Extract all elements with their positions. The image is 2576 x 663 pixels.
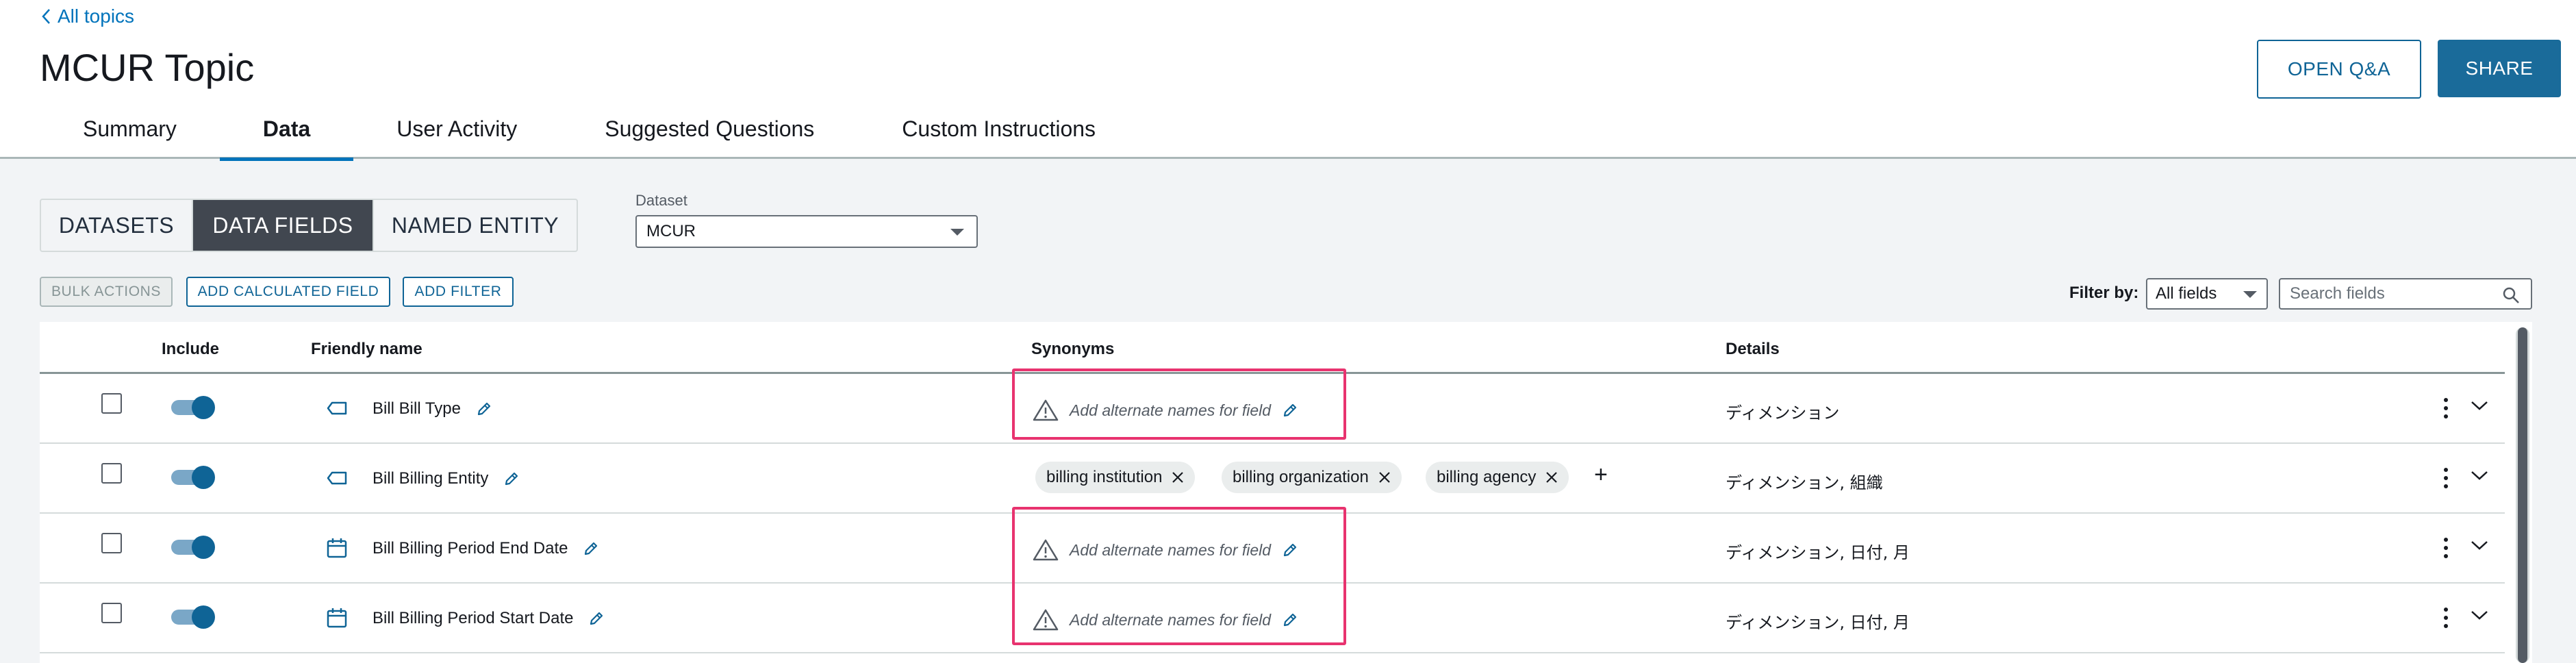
- chevron-down-icon[interactable]: [2469, 468, 2490, 482]
- field-name-label: Bill Billing Period Start Date: [372, 609, 574, 627]
- tab-suggested-questions[interactable]: Suggested Questions: [605, 110, 814, 159]
- field-name: Bill Bill Type: [372, 399, 492, 418]
- pencil-icon[interactable]: [476, 401, 492, 417]
- search-icon: [2503, 287, 2519, 303]
- tab-data[interactable]: Data: [219, 110, 354, 161]
- dataset-select-value: MCUR: [646, 222, 696, 240]
- include-toggle[interactable]: [171, 605, 215, 629]
- more-options-icon[interactable]: [2443, 396, 2449, 421]
- scrollbar-thumb[interactable]: [2518, 327, 2527, 663]
- synonyms-placeholder: Add alternate names for field: [1070, 610, 1272, 629]
- calendar-icon: [327, 608, 347, 628]
- dataset-label: Dataset: [635, 192, 687, 209]
- field-name: Bill Billing Period Start Date: [372, 609, 605, 628]
- field-name: Bill Billing Period End Date: [372, 539, 599, 558]
- row-checkbox[interactable]: [101, 393, 122, 414]
- filter-by-label: Filter by:: [2069, 284, 2139, 302]
- field-details: ディメンション, 日付, 月: [1726, 613, 1910, 632]
- table-row: Bill Bill Type Add alternate names for f…: [40, 368, 2505, 444]
- more-options-icon[interactable]: [2443, 536, 2449, 560]
- dimension-tag-icon: [327, 401, 347, 415]
- pencil-icon[interactable]: [583, 540, 599, 557]
- chevron-down-icon[interactable]: [2469, 608, 2490, 622]
- pencil-icon[interactable]: [588, 610, 605, 627]
- table-scrollbar[interactable]: [2516, 327, 2529, 663]
- segment-datasets[interactable]: DATASETS: [41, 200, 193, 251]
- field-name: Bill Billing Entity: [372, 469, 520, 488]
- segment-named-entity[interactable]: NAMED ENTITY: [374, 200, 577, 251]
- warning-icon: [1033, 609, 1059, 631]
- synonym-chip-label: billing agency: [1437, 468, 1537, 486]
- tab-user-activity[interactable]: User Activity: [396, 110, 517, 159]
- data-view-segmented-control: DATASETS DATA FIELDS NAMED ENTITY: [40, 199, 578, 252]
- highlight-box: [1012, 368, 1346, 440]
- pencil-icon[interactable]: [1282, 612, 1298, 628]
- data-fields-table: Include Friendly name Synonyms Details B…: [40, 322, 2532, 663]
- search-placeholder: Search fields: [2290, 284, 2385, 303]
- column-header-include: Include: [162, 340, 220, 358]
- synonyms-empty: Add alternate names for field: [1033, 608, 1298, 631]
- dataset-select[interactable]: MCUR: [635, 215, 978, 248]
- search-fields-input[interactable]: Search fields: [2279, 278, 2532, 310]
- chevron-down-icon[interactable]: [2469, 538, 2490, 552]
- field-name-label: Bill Bill Type: [372, 399, 461, 418]
- add-synonym-plus-icon[interactable]: +: [1594, 462, 1608, 488]
- close-icon[interactable]: [1377, 470, 1392, 485]
- share-button[interactable]: SHARE: [2438, 40, 2561, 97]
- include-toggle[interactable]: [171, 466, 215, 489]
- page-header: All topics MCUR Topic OPEN Q&A SHARE Sum…: [0, 0, 2576, 161]
- field-name-label: Bill Billing Period End Date: [372, 539, 568, 558]
- field-details: ディメンション: [1726, 403, 1840, 423]
- column-header-details: Details: [1726, 340, 1780, 358]
- synonym-chip: billing organization: [1222, 462, 1402, 493]
- table-row: Bill Billing Period Start Date Add alter…: [40, 584, 2505, 653]
- row-checkbox[interactable]: [101, 533, 122, 553]
- page-title: MCUR Topic: [40, 46, 255, 89]
- back-link[interactable]: All topics: [40, 5, 134, 27]
- row-checkbox[interactable]: [101, 603, 122, 623]
- caret-down-icon: [2243, 291, 2257, 298]
- synonym-chip-label: billing institution: [1046, 468, 1163, 486]
- more-options-icon[interactable]: [2443, 605, 2449, 630]
- column-header-synonyms: Synonyms: [1031, 340, 1115, 358]
- pencil-icon[interactable]: [503, 471, 520, 487]
- filter-select-value: All fields: [2156, 284, 2217, 303]
- table-row: Bill Billing Entity billing institution …: [40, 444, 2505, 514]
- synonym-chip: billing institution: [1035, 462, 1196, 493]
- back-link-label: All topics: [58, 5, 135, 27]
- dimension-tag-icon: [327, 471, 347, 485]
- caret-down-icon: [950, 229, 964, 236]
- field-name-label: Bill Billing Entity: [372, 469, 489, 488]
- filter-select[interactable]: All fields: [2146, 278, 2268, 310]
- include-toggle[interactable]: [171, 396, 215, 419]
- chevron-left-icon: [42, 9, 50, 24]
- add-calculated-field-button[interactable]: ADD CALCULATED FIELD: [186, 277, 390, 307]
- add-filter-button[interactable]: ADD FILTER: [403, 277, 514, 307]
- tab-summary[interactable]: Summary: [83, 110, 177, 159]
- chevron-down-icon[interactable]: [2469, 399, 2490, 412]
- synonym-chip: billing agency: [1426, 462, 1569, 493]
- bulk-actions-button[interactable]: BULK ACTIONS: [40, 277, 173, 307]
- close-icon[interactable]: [1170, 470, 1185, 485]
- table-row: Bill Billing Period End Date Add alterna…: [40, 507, 2505, 645]
- topic-tabs: Summary Data User Activity Suggested Que…: [40, 110, 1096, 161]
- field-details: ディメンション, 組織: [1726, 473, 1883, 492]
- segment-data-fields[interactable]: DATA FIELDS: [193, 200, 374, 251]
- field-details: ディメンション, 日付, 月: [1726, 543, 1910, 562]
- synonym-chip-label: billing organization: [1233, 468, 1369, 486]
- row-checkbox[interactable]: [101, 463, 122, 484]
- table-header: Include Friendly name Synonyms Details: [40, 322, 2505, 374]
- calendar-icon: [327, 538, 347, 558]
- include-toggle[interactable]: [171, 536, 215, 559]
- more-options-icon[interactable]: [2443, 466, 2449, 490]
- close-icon[interactable]: [1544, 470, 1559, 485]
- open-qa-button[interactable]: OPEN Q&A: [2257, 40, 2421, 99]
- tab-custom-instructions[interactable]: Custom Instructions: [902, 110, 1096, 159]
- column-header-friendly-name: Friendly name: [311, 340, 422, 358]
